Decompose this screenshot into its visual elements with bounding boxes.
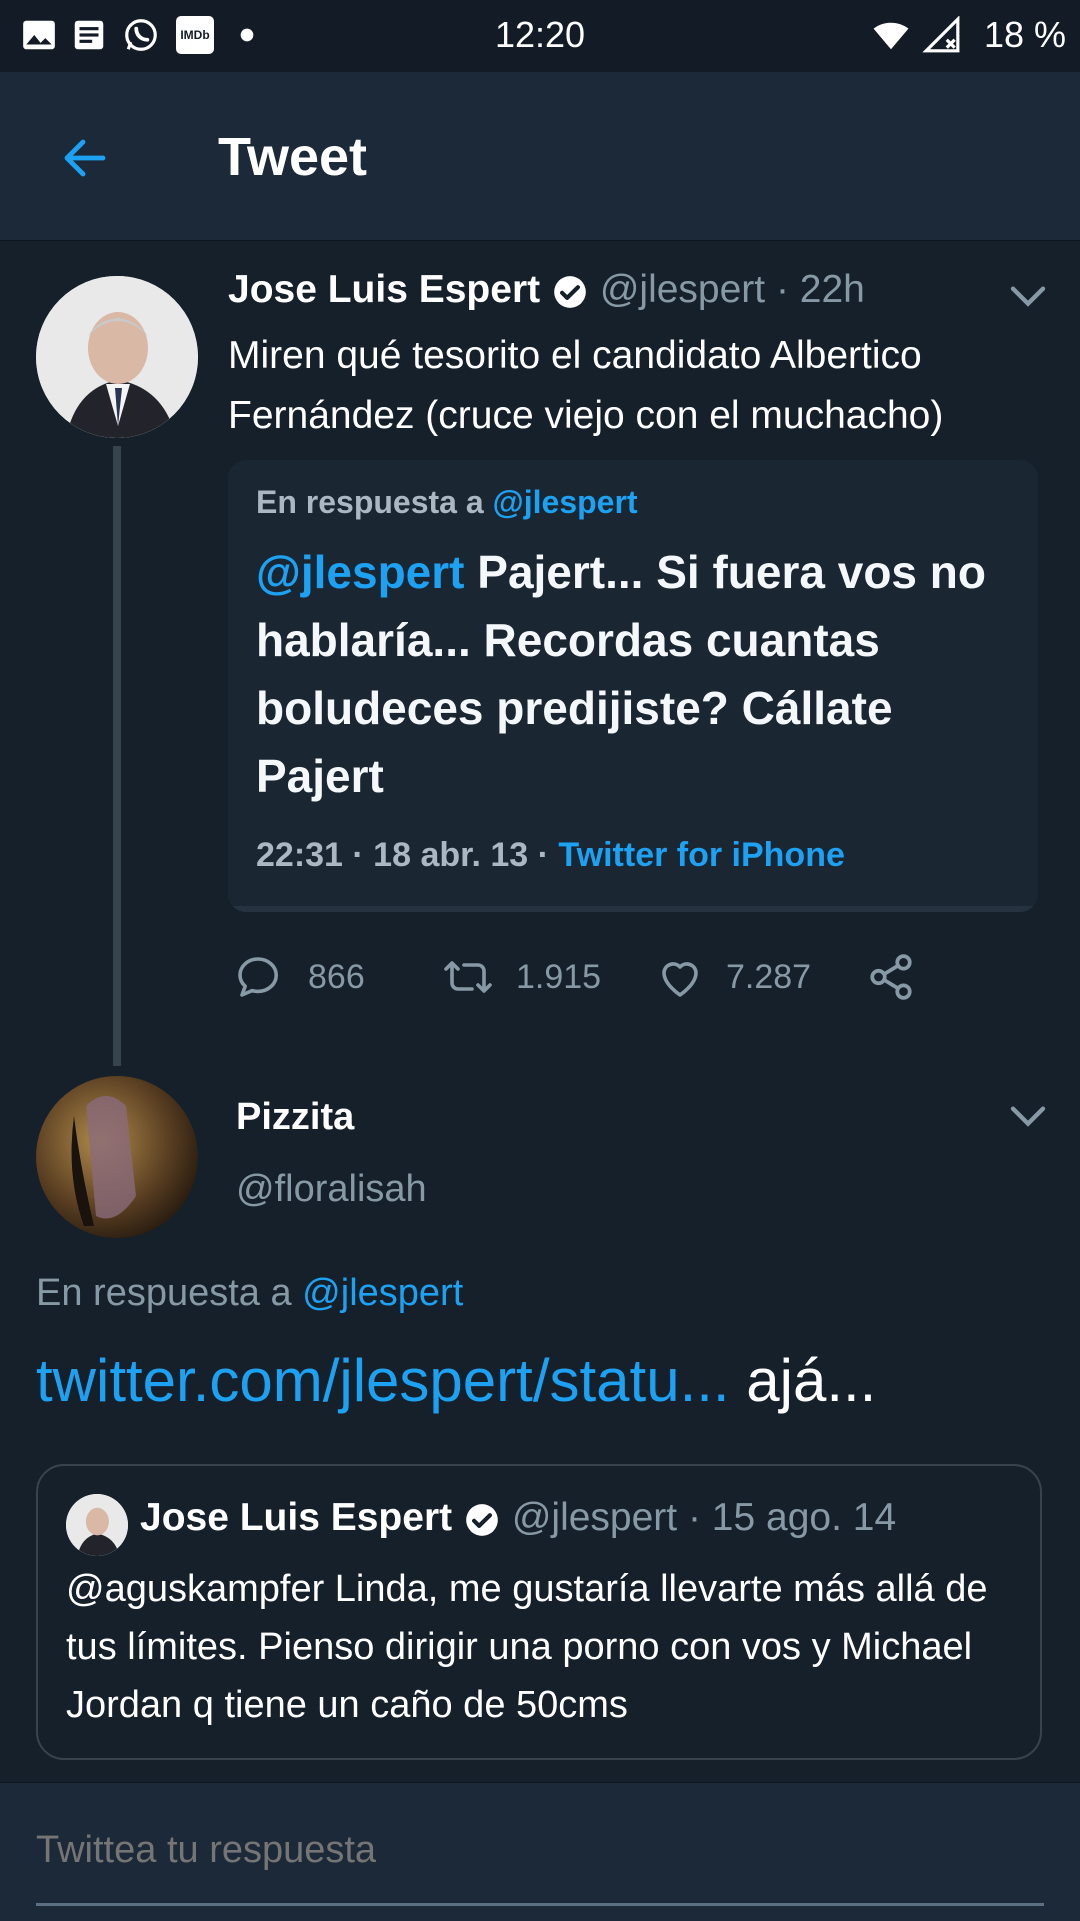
image-timestamp: 22:31 · 18 abr. 13 · <box>256 836 559 874</box>
author-name[interactable]: Jose Luis Espert <box>228 268 540 311</box>
like-count: 7.287 <box>726 957 812 996</box>
back-arrow-icon[interactable] <box>58 134 112 182</box>
tweet-header: Jose Luis Espert @jlespert · 22h <box>228 268 865 312</box>
signal-icon <box>922 16 960 53</box>
heart-icon <box>662 962 698 997</box>
chevron-down-icon[interactable] <box>1008 282 1048 312</box>
retweet-icon <box>444 961 492 993</box>
tweet-image[interactable]: En respuesta a @jlespert @jlespert Pajer… <box>228 460 1038 912</box>
retweet-count: 1.915 <box>516 957 602 996</box>
reply-author-name[interactable]: Pizzita <box>236 1096 354 1139</box>
quoted-author-handle: @jlespert <box>511 1496 678 1539</box>
reply-composer-bar <box>0 1782 1080 1921</box>
quoted-tweet-time: · 15 ago. 14 <box>687 1496 897 1539</box>
reply-input-underline <box>36 1903 1044 1906</box>
quoted-author-avatar <box>66 1494 128 1556</box>
image-meta: 22:31 · 18 abr. 13 · Twitter for iPhone <box>256 836 845 875</box>
reply-icon <box>238 957 278 997</box>
image-source: Twitter for iPhone <box>558 836 845 874</box>
image-divider <box>228 906 1038 912</box>
reply-count: 866 <box>308 957 365 996</box>
reply-tweet-text: twitter.com/jlespert/statu... ajá... <box>36 1346 876 1415</box>
tweet-time: · 22h <box>775 268 865 311</box>
quoted-tweet-header: Jose Luis Espert @jlespert · 15 ago. 14 <box>140 1496 896 1540</box>
wifi-icon <box>873 22 909 50</box>
replying-to-line: En respuesta a @jlespert <box>36 1272 463 1315</box>
reply-author-avatar[interactable] <box>36 1076 198 1238</box>
verified-badge-icon <box>466 1503 498 1536</box>
quoted-tweet-text: @aguskampfer Linda, me gustaría llevarte… <box>66 1568 988 1726</box>
reply-author-handle[interactable]: @floralisah <box>236 1168 427 1211</box>
quoted-author-name: Jose Luis Espert <box>140 1496 453 1539</box>
quoted-avatar-portrait <box>66 1494 128 1556</box>
status-bar: IMDb 12:20 18 % <box>0 0 1080 72</box>
share-button[interactable] <box>866 952 942 1002</box>
reply-button[interactable]: 866 <box>234 952 365 1002</box>
status-time: 12:20 <box>494 14 586 55</box>
image-reply-handle: @jlespert <box>492 484 638 520</box>
page-title: Tweet <box>218 127 368 187</box>
top-app-bar: Tweet <box>0 72 1080 241</box>
avatar-photo <box>36 1076 198 1238</box>
thread-connector <box>113 446 121 1066</box>
reply-text-after: ajá... <box>729 1347 877 1414</box>
image-reply-prefix: En respuesta a <box>256 484 484 520</box>
status-link[interactable]: twitter.com/jlespert/statu... <box>36 1347 730 1414</box>
image-reply-line: En respuesta a @jlespert <box>256 484 638 521</box>
share-icon <box>870 954 912 1000</box>
image-tweet-body: @jlespert Pajert... Si fuera vos no habl… <box>256 538 1016 810</box>
tweet-text: Miren qué tesorito el candidato Albertic… <box>228 334 944 437</box>
like-button[interactable]: 7.287 <box>656 952 811 1002</box>
verified-badge-icon <box>554 275 586 308</box>
author-avatar[interactable] <box>36 276 198 438</box>
battery-level: 18 % <box>983 14 1066 55</box>
avatar-portrait <box>36 276 198 438</box>
reply-input[interactable] <box>36 1829 1036 1872</box>
author-handle[interactable]: @jlespert <box>600 268 765 311</box>
retweet-button[interactable]: 1.915 <box>440 952 601 1002</box>
chevron-down-icon[interactable] <box>1008 1102 1048 1132</box>
replying-to-label: En respuesta a <box>36 1272 303 1314</box>
replying-to-handle[interactable]: @jlespert <box>302 1272 463 1314</box>
image-mention: @jlespert <box>256 546 465 598</box>
